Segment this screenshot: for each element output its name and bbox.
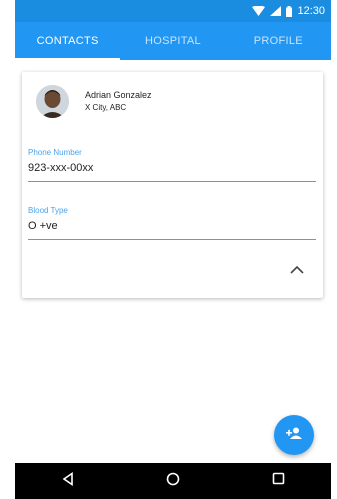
blood-type-underline (28, 239, 316, 240)
back-button[interactable] (48, 466, 88, 496)
home-icon (166, 472, 180, 491)
back-icon (62, 471, 74, 491)
blood-type-label: Blood Type (28, 206, 68, 215)
collapse-button[interactable] (287, 262, 307, 278)
add-person-icon (285, 426, 303, 445)
status-bar: 12:30 (15, 0, 331, 22)
home-button[interactable] (153, 466, 193, 496)
recents-button[interactable] (258, 466, 298, 496)
contact-location: X City, ABC (85, 103, 127, 112)
phone-number-underline (28, 181, 316, 182)
tab-profile[interactable]: PROFILE (226, 22, 331, 60)
avatar (36, 85, 69, 118)
tab-bar: CONTACTS HOSPITAL PROFILE (15, 22, 331, 60)
signal-icon (270, 6, 282, 16)
status-time: 12:30 (297, 5, 325, 17)
tab-contacts[interactable]: CONTACTS (15, 22, 121, 60)
tab-hospital[interactable]: HOSPITAL (120, 22, 225, 60)
blood-type-field[interactable]: O +ve (28, 220, 58, 232)
battery-icon (286, 5, 293, 17)
recents-icon (272, 472, 285, 490)
add-contact-button[interactable] (274, 415, 314, 455)
contact-card: Adrian Gonzalez X City, ABC Phone Number… (22, 72, 323, 298)
contact-name: Adrian Gonzalez (85, 90, 152, 100)
chevron-up-icon (290, 261, 304, 279)
phone-number-field[interactable]: 923-xxx-00xx (28, 162, 93, 174)
wifi-icon (252, 6, 266, 16)
phone-number-label: Phone Number (28, 148, 82, 157)
navigation-bar (15, 463, 331, 499)
